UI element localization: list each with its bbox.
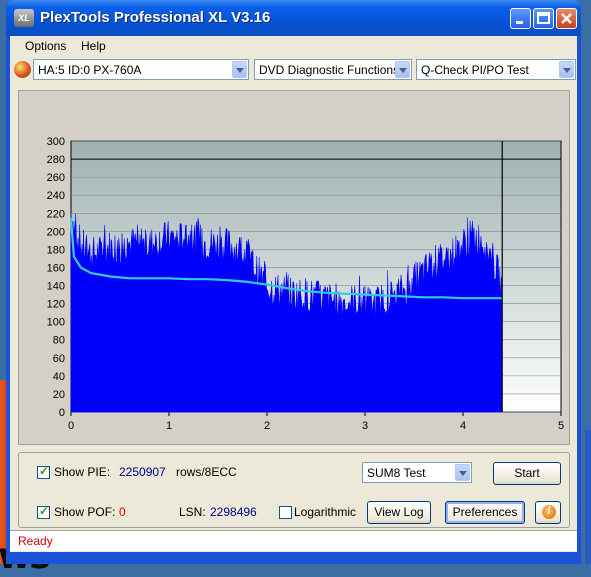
desktop-background-fragment-right	[585, 430, 591, 564]
window-title: PlexTools Professional XL V3.16	[40, 9, 271, 26]
y-tick-label: 200	[47, 226, 65, 238]
test-select[interactable]: Q-Check PI/PO Test	[416, 59, 576, 80]
y-tick-label: 40	[53, 371, 65, 383]
function-select-value: DVD Diagnostic Functions	[259, 63, 400, 77]
show-pie-label: Show PIE:	[54, 465, 111, 479]
toolbar: HA:5 ID:0 PX-760A DVD Diagnostic Functio…	[10, 56, 577, 84]
app-icon: XL	[14, 9, 34, 27]
y-tick-label: 240	[47, 190, 65, 202]
close-button[interactable]	[556, 8, 577, 29]
menu-help[interactable]: Help	[81, 39, 106, 53]
y-tick-label: 260	[47, 172, 65, 184]
y-tick-label: 160	[47, 262, 65, 274]
pi-po-chart: 0204060801001201401601802002202402602803…	[47, 136, 564, 432]
close-icon	[561, 13, 572, 24]
y-tick-label: 100	[47, 317, 65, 329]
drive-select-value: HA:5 ID:0 PX-760A	[38, 63, 142, 77]
function-select[interactable]: DVD Diagnostic Functions	[254, 59, 412, 80]
title-bar[interactable]: XL PlexTools Professional XL V3.16	[6, 0, 581, 36]
maximize-icon	[537, 12, 550, 24]
chevron-down-icon	[232, 61, 247, 78]
graph-panel: 0 20 40 60 80 100 120 140 160 180 200 220 240 260 280 3…	[18, 90, 570, 445]
pie-unit: rows/8ECC	[176, 465, 237, 479]
pie-value: 2250907	[119, 465, 166, 479]
y-tick-label: 180	[47, 244, 65, 256]
x-tick-label: 2	[264, 420, 270, 432]
y-tick-label: 140	[47, 281, 65, 293]
y-tick-label: 120	[47, 299, 65, 311]
chevron-down-icon	[395, 61, 410, 78]
sum-test-select-value: SUM8 Test	[367, 466, 426, 480]
info-icon: i	[542, 505, 556, 519]
y-tick-label: 0	[59, 407, 65, 419]
y-tick-label: 280	[47, 154, 65, 166]
show-pie-checkbox[interactable]	[37, 464, 50, 479]
y-tick-label: 220	[47, 208, 65, 220]
x-tick-label: 0	[68, 420, 74, 432]
sum-test-select[interactable]: SUM8 Test	[362, 462, 472, 483]
start-button[interactable]: Start	[493, 462, 561, 485]
menu-options[interactable]: Options	[25, 39, 66, 53]
app-window: XL PlexTools Professional XL V3.16 Optio…	[6, 0, 581, 552]
drive-icon	[14, 61, 31, 78]
drive-select[interactable]: HA:5 ID:0 PX-760A	[33, 59, 249, 80]
logarithmic-checkbox[interactable]	[279, 506, 292, 519]
y-tick-label: 60	[53, 353, 65, 365]
status-text: Ready	[18, 534, 53, 548]
x-tick-label: 1	[166, 420, 172, 432]
minimize-icon	[516, 21, 523, 24]
minimize-button[interactable]	[510, 8, 531, 29]
lsn-label: LSN:	[179, 505, 206, 519]
controls-panel: Show PIE: 2250907 rows/8ECC SUM8 Test St…	[18, 452, 570, 528]
pof-value: 0	[119, 505, 126, 519]
y-tick-label: 300	[47, 136, 65, 148]
test-select-value: Q-Check PI/PO Test	[421, 63, 529, 77]
chevron-down-icon	[455, 464, 470, 481]
info-button[interactable]: i	[535, 501, 561, 524]
x-tick-label: 5	[558, 420, 564, 432]
client-area: Options Help HA:5 ID:0 PX-760A DVD Diagn…	[10, 36, 577, 552]
x-tick-label: 4	[460, 420, 466, 432]
logarithmic-label: Logarithmic	[294, 505, 357, 519]
view-log-button[interactable]: View Log	[367, 501, 431, 524]
maximize-button[interactable]	[533, 8, 554, 29]
chevron-down-icon	[559, 61, 574, 78]
menu-bar: Options Help	[10, 36, 577, 56]
status-bar: Ready	[10, 530, 577, 551]
y-tick-label: 20	[53, 389, 65, 401]
lsn-value: 2298496	[210, 505, 257, 519]
preferences-button[interactable]: Preferences	[445, 501, 525, 524]
show-pof-checkbox[interactable]	[37, 504, 50, 519]
show-pof-label: Show POF:	[54, 505, 116, 519]
window-bottom-frame	[6, 552, 581, 564]
y-tick-label: 80	[53, 335, 65, 347]
x-tick-label: 3	[362, 420, 368, 432]
